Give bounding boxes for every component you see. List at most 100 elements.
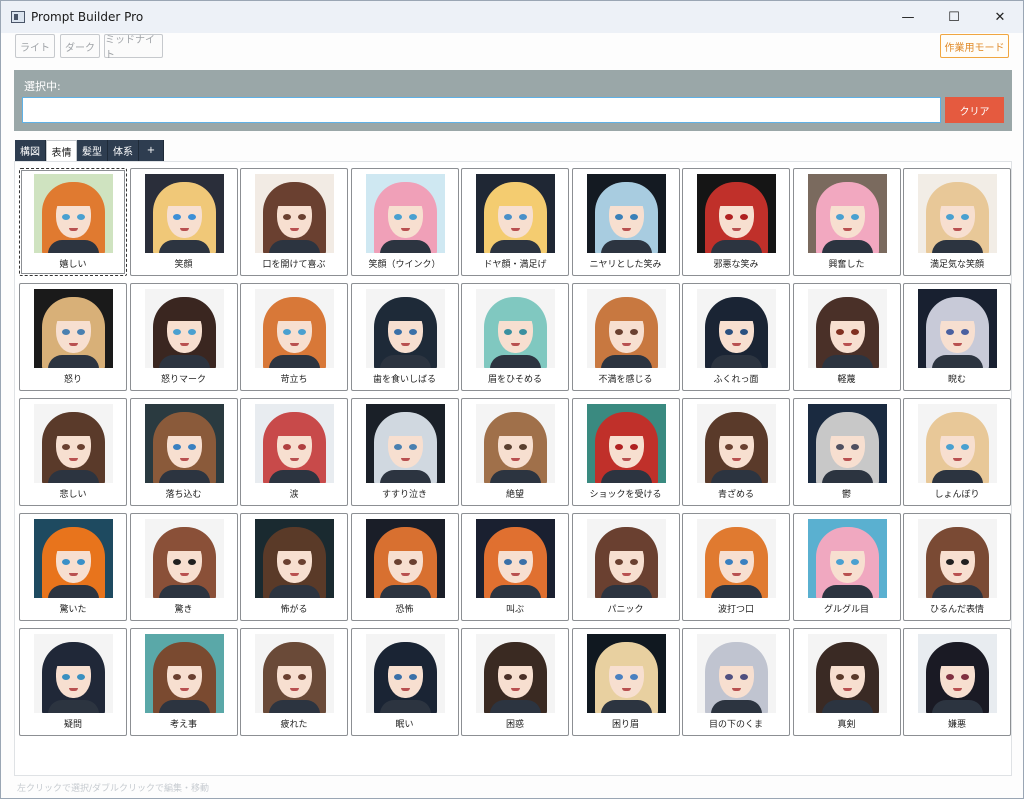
character-thumbnail [697,174,776,253]
expression-card[interactable]: 涙 [240,398,348,506]
expression-label: ひるんだ表情 [929,605,984,615]
expression-card[interactable]: ふくれっ面 [682,283,790,391]
expression-label: 苛立ち [280,375,308,385]
expression-card[interactable]: 眠い [350,628,459,736]
expression-card[interactable]: ニヤリとした笑み [571,168,680,276]
expression-card[interactable]: 叫ぶ [461,513,569,621]
character-thumbnail [918,404,997,483]
character-thumbnail [144,174,224,253]
expression-card[interactable]: 驚き [129,513,238,621]
character-thumbnail [697,519,776,598]
character-thumbnail [476,174,555,253]
expression-label: グルグル目 [823,605,869,615]
close-button[interactable]: ✕ [977,1,1023,33]
expression-label: 邪悪な笑み [713,260,759,270]
expression-card[interactable]: 笑顔 [129,168,238,276]
character-thumbnail [586,519,666,598]
expression-card[interactable]: しょんぼり [903,398,1011,506]
expression-card[interactable]: 真剣 [792,628,901,736]
expression-label: 困惑 [505,720,524,730]
expression-label: 嫌悪 [947,720,966,730]
expression-card[interactable]: 疲れた [240,628,348,736]
expression-card[interactable]: 歯を食いしばる [350,283,459,391]
expression-card[interactable]: 青ざめる [682,398,790,506]
expression-card[interactable]: 鬱 [792,398,901,506]
expression-card[interactable]: 邪悪な笑み [682,168,790,276]
expression-card[interactable]: 怒りマーク [129,283,238,391]
expression-card[interactable]: 苛立ち [240,283,348,391]
expression-card[interactable]: 怖がる [240,513,348,621]
character-thumbnail [365,519,445,598]
theme-dark-button[interactable]: ダーク [60,34,100,58]
character-thumbnail [918,174,997,253]
expression-label: しょんぼり [934,490,980,500]
character-thumbnail [365,289,445,368]
tab-3[interactable]: 体系 [108,140,139,161]
expression-card[interactable]: 軽蔑 [792,283,901,391]
selection-panel: 選択中: クリア [14,70,1012,131]
expression-card[interactable]: 考え事 [129,628,238,736]
expression-card[interactable]: 目の下のくま [682,628,790,736]
expression-label: 驚き [174,605,193,615]
expression-card[interactable]: 落ち込む [129,398,238,506]
clear-button[interactable]: クリア [945,97,1004,123]
expression-card[interactable]: 嫌悪 [903,628,1011,736]
expression-label: 笑顔（ウインク） [368,260,441,270]
expression-card[interactable]: 疑問 [19,628,127,736]
theme-midnight-button[interactable]: ミッドナイト [104,34,163,61]
expression-label: 口を開けて喜ぶ [262,260,326,270]
expression-card[interactable]: ショックを受ける [571,398,680,506]
expression-label: 興奮した [828,260,865,270]
expression-card[interactable]: ドヤ顔・満足げ [461,168,569,276]
character-thumbnail [807,289,887,368]
maximize-button[interactable]: ☐ [931,1,977,33]
expression-label: 叫ぶ [505,605,524,615]
expression-card[interactable]: 不満を感じる [571,283,680,391]
character-thumbnail [807,519,887,598]
character-thumbnail [807,404,887,483]
expression-card[interactable]: パニック [571,513,680,621]
selection-input[interactable] [22,97,941,123]
expression-card[interactable]: ひるんだ表情 [903,513,1011,621]
expression-card[interactable]: 口を開けて喜ぶ [240,168,348,276]
expression-card[interactable]: 怒り [19,283,127,391]
theme-light-button[interactable]: ライト [15,34,55,58]
character-thumbnail [918,634,997,713]
expression-card[interactable]: 悲しい [19,398,127,506]
expression-card[interactable]: 驚いた [19,513,127,621]
expression-card[interactable]: 興奮した [792,168,901,276]
character-thumbnail [918,519,997,598]
expression-card[interactable]: すすり泣き [350,398,459,506]
expression-card[interactable]: 困り眉 [571,628,680,736]
character-thumbnail [144,634,224,713]
title-bar[interactable]: Prompt Builder Pro — ☐ ✕ [1,1,1023,33]
expression-card[interactable]: 困惑 [461,628,569,736]
expression-card[interactable]: 恐怖 [350,513,459,621]
expression-card[interactable]: 波打つ口 [682,513,790,621]
character-thumbnail [918,289,997,368]
character-thumbnail [255,174,334,253]
expression-card[interactable]: 睨む [903,283,1011,391]
expression-label: パニック [607,605,644,615]
expression-card[interactable]: 笑顔（ウインク） [350,168,459,276]
expression-label: ふくれっ面 [713,375,759,385]
tab-add[interactable]: + [139,140,164,161]
character-thumbnail [476,289,555,368]
expression-card[interactable]: 絶望 [461,398,569,506]
expression-card[interactable]: 嬉しい [19,168,127,276]
expression-card[interactable]: 眉をひそめる [461,283,569,391]
tab-2[interactable]: 髪型 [77,140,108,161]
expression-label: 困り眉 [611,720,639,730]
expression-label: 眉をひそめる [487,375,542,385]
expression-label: 落ち込む [165,490,202,500]
character-thumbnail [34,404,113,483]
expression-label: ショックを受ける [589,490,662,500]
expression-card[interactable]: 満足気な笑顔 [903,168,1011,276]
tab-1[interactable]: 表情 [46,140,77,161]
expression-card[interactable]: グルグル目 [792,513,901,621]
tab-0[interactable]: 構図 [15,140,46,161]
character-thumbnail [586,289,666,368]
minimize-button[interactable]: — [885,1,931,33]
work-mode-button[interactable]: 作業用モード [940,34,1009,58]
expression-label: 目の下のくま [708,720,763,730]
